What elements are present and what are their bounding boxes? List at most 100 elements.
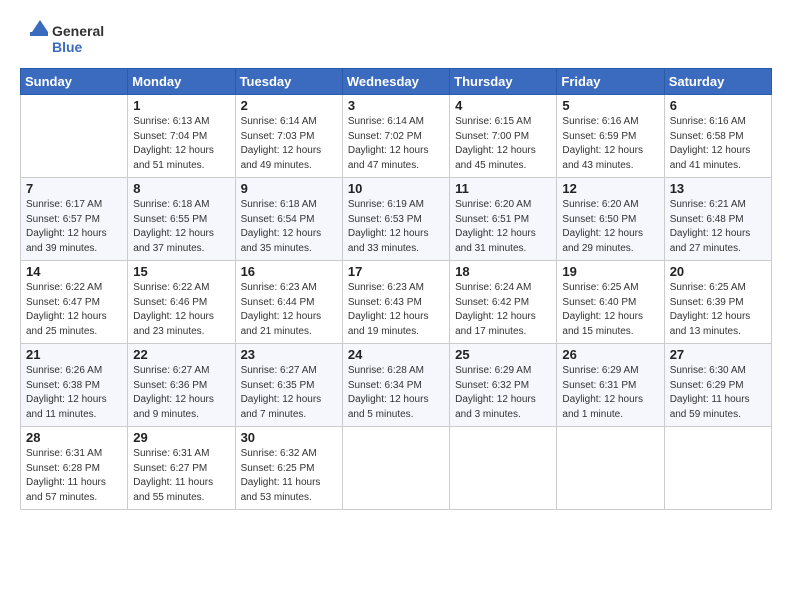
day-number: 12: [562, 181, 658, 196]
day-info: Sunrise: 6:14 AM Sunset: 7:02 PM Dayligh…: [348, 115, 444, 173]
day-info: Sunrise: 6:23 AM Sunset: 6:43 PM Dayligh…: [348, 281, 444, 339]
calendar-cell: 4 Sunrise: 6:15 AM Sunset: 7:00 PM Daylig…: [450, 95, 557, 178]
day-info: Sunrise: 6:14 AM Sunset: 7:03 PM Dayligh…: [241, 115, 337, 173]
day-number: 10: [348, 181, 444, 196]
day-info: Sunrise: 6:20 AM Sunset: 6:51 PM Dayligh…: [455, 198, 551, 256]
col-header-wednesday: Wednesday: [342, 69, 449, 95]
day-info: Sunrise: 6:29 AM Sunset: 6:31 PM Dayligh…: [562, 364, 658, 422]
col-header-friday: Friday: [557, 69, 664, 95]
week-row-3: 14Sunrise: 6:22 AM Sunset: 6:47 PM Dayli…: [21, 261, 772, 344]
day-number: 25: [455, 347, 551, 362]
day-number: 27: [670, 347, 766, 362]
calendar-cell: 28Sunrise: 6:31 AM Sunset: 6:28 PM Dayli…: [21, 427, 128, 510]
day-number: 1: [133, 98, 229, 113]
day-number: 6: [670, 98, 766, 113]
calendar-cell: 6 Sunrise: 6:16 AM Sunset: 6:58 PM Daylig…: [664, 95, 771, 178]
day-info: Sunrise: 6:13 AM Sunset: 7:04 PM Dayligh…: [133, 115, 229, 173]
day-number: 4: [455, 98, 551, 113]
day-info: Sunrise: 6:15 AM Sunset: 7:00 PM Dayligh…: [455, 115, 551, 173]
calendar-cell: 20 Sunrise: 6:25 AM Sunset: 6:39 PM Dayli…: [664, 261, 771, 344]
calendar-cell: 2 Sunrise: 6:14 AM Sunset: 7:03 PM Daylig…: [235, 95, 342, 178]
day-info: Sunrise: 6:29 AM Sunset: 6:32 PM Dayligh…: [455, 364, 551, 422]
calendar-cell: [21, 95, 128, 178]
day-info: Sunrise: 6:27 AM Sunset: 6:35 PM Dayligh…: [241, 364, 337, 422]
week-row-4: 21Sunrise: 6:26 AM Sunset: 6:38 PM Dayli…: [21, 344, 772, 427]
calendar-cell: 12 Sunrise: 6:20 AM Sunset: 6:50 PM Dayli…: [557, 178, 664, 261]
calendar-cell: 24 Sunrise: 6:28 AM Sunset: 6:34 PM Dayli…: [342, 344, 449, 427]
calendar-cell: [557, 427, 664, 510]
day-info: Sunrise: 6:31 AM Sunset: 6:28 PM Dayligh…: [26, 447, 122, 505]
day-info: Sunrise: 6:16 AM Sunset: 6:59 PM Dayligh…: [562, 115, 658, 173]
day-number: 8: [133, 181, 229, 196]
calendar-cell: 17 Sunrise: 6:23 AM Sunset: 6:43 PM Dayli…: [342, 261, 449, 344]
calendar-cell: 29 Sunrise: 6:31 AM Sunset: 6:27 PM Dayli…: [128, 427, 235, 510]
calendar-cell: 22 Sunrise: 6:27 AM Sunset: 6:36 PM Dayli…: [128, 344, 235, 427]
calendar-cell: 15 Sunrise: 6:22 AM Sunset: 6:46 PM Dayli…: [128, 261, 235, 344]
calendar-cell: 19 Sunrise: 6:25 AM Sunset: 6:40 PM Dayli…: [557, 261, 664, 344]
calendar-cell: 14Sunrise: 6:22 AM Sunset: 6:47 PM Dayli…: [21, 261, 128, 344]
day-number: 20: [670, 264, 766, 279]
day-info: Sunrise: 6:21 AM Sunset: 6:48 PM Dayligh…: [670, 198, 766, 256]
day-number: 29: [133, 430, 229, 445]
calendar-cell: 7 Sunrise: 6:17 AM Sunset: 6:57 PM Daylig…: [21, 178, 128, 261]
day-info: Sunrise: 6:22 AM Sunset: 6:47 PM Dayligh…: [26, 281, 122, 339]
calendar-table: SundayMondayTuesdayWednesdayThursdayFrid…: [20, 68, 772, 510]
day-info: Sunrise: 6:18 AM Sunset: 6:55 PM Dayligh…: [133, 198, 229, 256]
svg-text:Blue: Blue: [52, 39, 83, 55]
day-info: Sunrise: 6:18 AM Sunset: 6:54 PM Dayligh…: [241, 198, 337, 256]
col-header-sunday: Sunday: [21, 69, 128, 95]
calendar-cell: 18 Sunrise: 6:24 AM Sunset: 6:42 PM Dayli…: [450, 261, 557, 344]
day-number: 24: [348, 347, 444, 362]
day-number: 16: [241, 264, 337, 279]
day-info: Sunrise: 6:24 AM Sunset: 6:42 PM Dayligh…: [455, 281, 551, 339]
logo: General Blue: [20, 18, 110, 58]
calendar-cell: 10 Sunrise: 6:19 AM Sunset: 6:53 PM Dayli…: [342, 178, 449, 261]
day-info: Sunrise: 6:32 AM Sunset: 6:25 PM Dayligh…: [241, 447, 337, 505]
col-header-monday: Monday: [128, 69, 235, 95]
calendar-cell: 5 Sunrise: 6:16 AM Sunset: 6:59 PM Daylig…: [557, 95, 664, 178]
calendar-cell: 9 Sunrise: 6:18 AM Sunset: 6:54 PM Daylig…: [235, 178, 342, 261]
calendar-cell: 16Sunrise: 6:23 AM Sunset: 6:44 PM Dayli…: [235, 261, 342, 344]
day-info: Sunrise: 6:20 AM Sunset: 6:50 PM Dayligh…: [562, 198, 658, 256]
day-number: 18: [455, 264, 551, 279]
day-number: 26: [562, 347, 658, 362]
col-header-thursday: Thursday: [450, 69, 557, 95]
week-row-5: 28Sunrise: 6:31 AM Sunset: 6:28 PM Dayli…: [21, 427, 772, 510]
day-info: Sunrise: 6:26 AM Sunset: 6:38 PM Dayligh…: [26, 364, 122, 422]
day-number: 2: [241, 98, 337, 113]
logo-svg: General Blue: [20, 18, 110, 58]
day-number: 30: [241, 430, 337, 445]
calendar-cell: [450, 427, 557, 510]
day-number: 3: [348, 98, 444, 113]
day-number: 7: [26, 181, 122, 196]
day-info: Sunrise: 6:17 AM Sunset: 6:57 PM Dayligh…: [26, 198, 122, 256]
calendar-cell: [342, 427, 449, 510]
day-info: Sunrise: 6:31 AM Sunset: 6:27 PM Dayligh…: [133, 447, 229, 505]
calendar-cell: 8 Sunrise: 6:18 AM Sunset: 6:55 PM Daylig…: [128, 178, 235, 261]
header: General Blue: [20, 18, 772, 58]
calendar-cell: 27 Sunrise: 6:30 AM Sunset: 6:29 PM Dayli…: [664, 344, 771, 427]
day-info: Sunrise: 6:22 AM Sunset: 6:46 PM Dayligh…: [133, 281, 229, 339]
calendar-header-row: SundayMondayTuesdayWednesdayThursdayFrid…: [21, 69, 772, 95]
day-number: 22: [133, 347, 229, 362]
calendar-cell: 3 Sunrise: 6:14 AM Sunset: 7:02 PM Daylig…: [342, 95, 449, 178]
day-info: Sunrise: 6:25 AM Sunset: 6:40 PM Dayligh…: [562, 281, 658, 339]
day-number: 5: [562, 98, 658, 113]
calendar-cell: 25 Sunrise: 6:29 AM Sunset: 6:32 PM Dayli…: [450, 344, 557, 427]
day-info: Sunrise: 6:19 AM Sunset: 6:53 PM Dayligh…: [348, 198, 444, 256]
day-number: 15: [133, 264, 229, 279]
col-header-saturday: Saturday: [664, 69, 771, 95]
calendar-cell: 21Sunrise: 6:26 AM Sunset: 6:38 PM Dayli…: [21, 344, 128, 427]
day-info: Sunrise: 6:16 AM Sunset: 6:58 PM Dayligh…: [670, 115, 766, 173]
day-info: Sunrise: 6:25 AM Sunset: 6:39 PM Dayligh…: [670, 281, 766, 339]
col-header-tuesday: Tuesday: [235, 69, 342, 95]
day-number: 11: [455, 181, 551, 196]
day-info: Sunrise: 6:27 AM Sunset: 6:36 PM Dayligh…: [133, 364, 229, 422]
calendar-cell: 13Sunrise: 6:21 AM Sunset: 6:48 PM Dayli…: [664, 178, 771, 261]
day-number: 17: [348, 264, 444, 279]
week-row-1: 1 Sunrise: 6:13 AM Sunset: 7:04 PM Daylig…: [21, 95, 772, 178]
day-info: Sunrise: 6:28 AM Sunset: 6:34 PM Dayligh…: [348, 364, 444, 422]
day-number: 9: [241, 181, 337, 196]
day-number: 19: [562, 264, 658, 279]
day-info: Sunrise: 6:30 AM Sunset: 6:29 PM Dayligh…: [670, 364, 766, 422]
